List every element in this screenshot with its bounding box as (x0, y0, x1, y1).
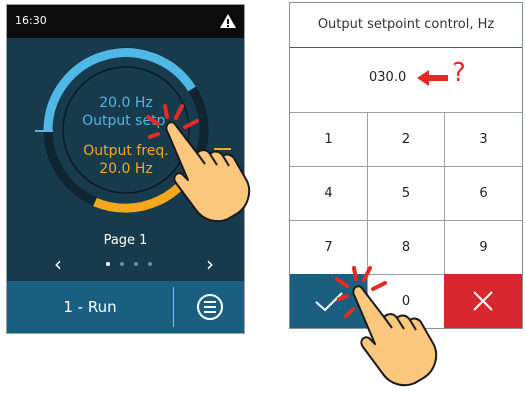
chevron-left-icon[interactable]: ‹ (47, 253, 69, 275)
output-gauge (35, 47, 231, 213)
frequency-value: 20.0 Hz (99, 161, 153, 177)
pager-dot (106, 262, 110, 266)
key-7[interactable]: 7 (290, 220, 367, 274)
run-button[interactable]: 1 - Run (7, 281, 173, 333)
key-5[interactable]: 5 (367, 166, 444, 220)
key-2[interactable]: 2 (367, 112, 444, 166)
pager-dot (148, 262, 152, 266)
bottom-bar: 1 - Run (7, 281, 244, 333)
dialog-title: Output setpoint control, Hz (290, 3, 522, 48)
key-8[interactable]: 8 (367, 220, 444, 274)
warning-icon[interactable] (218, 11, 238, 31)
check-icon (315, 292, 343, 312)
key-6[interactable]: 6 (444, 166, 522, 220)
setpoint-dialog: Output setpoint control, Hz 030.0 ? 1 2 … (289, 2, 523, 329)
key-9[interactable]: 9 (444, 220, 522, 274)
chevron-right-icon[interactable]: › (199, 253, 221, 275)
pager-dot (134, 262, 138, 266)
menu-button[interactable] (174, 281, 244, 333)
setpoint-label: Output setp. (82, 113, 170, 129)
key-0[interactable]: 0 (367, 274, 444, 328)
drive-display: 16:30 20.0 Hz Output setp. Output freq. … (6, 4, 245, 334)
value-display: 030.0 ? (290, 48, 522, 112)
setpoint-input-value[interactable]: 030.0 (369, 70, 406, 85)
page-label: Page 1 (103, 233, 148, 248)
key-3[interactable]: 3 (444, 112, 522, 166)
cancel-button[interactable] (444, 274, 522, 328)
numeric-keypad: 1 2 3 4 5 6 7 8 9 0 (290, 112, 522, 328)
clock-time: 16:30 (15, 14, 47, 27)
pager-dot (120, 262, 124, 266)
confirm-button[interactable] (290, 274, 367, 328)
setpoint-value: 20.0 Hz (99, 95, 153, 111)
status-bar: 16:30 (7, 5, 244, 38)
question-annotation: ? (452, 58, 466, 88)
frequency-label: Output freq. (83, 143, 169, 159)
close-icon (473, 291, 493, 311)
arrow-left-icon (417, 70, 448, 86)
pager: ‹ › (7, 253, 244, 275)
key-4[interactable]: 4 (290, 166, 367, 220)
menu-icon (197, 294, 223, 320)
display-screen: 16:30 20.0 Hz Output setp. Output freq. … (7, 5, 244, 281)
key-1[interactable]: 1 (290, 112, 367, 166)
